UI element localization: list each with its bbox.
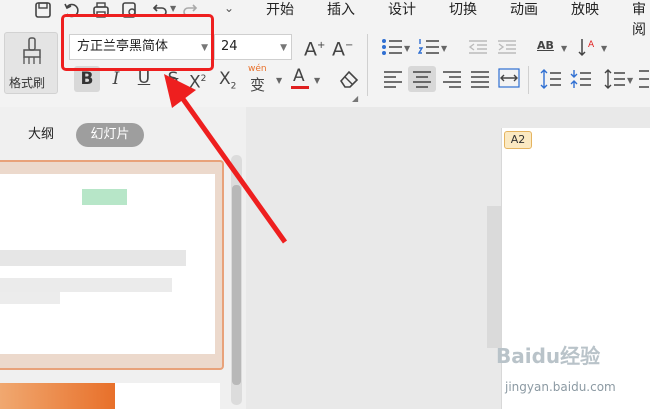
text-direction-dropdown-icon[interactable]: ▼: [561, 44, 567, 53]
group-divider-2: [528, 66, 529, 94]
numbered-dropdown-icon[interactable]: ▼: [441, 44, 447, 53]
bullet-dropdown-icon[interactable]: ▼: [404, 44, 410, 53]
decrease-font-size-button[interactable]: A−: [332, 35, 353, 60]
menu-start[interactable]: 开始: [266, 0, 294, 20]
font-size-select[interactable]: 24 ▼: [214, 34, 292, 60]
align-center-button[interactable]: [408, 66, 436, 92]
menu-animation[interactable]: 动画: [510, 0, 538, 20]
panel-splitter[interactable]: [487, 206, 501, 348]
align-left-icon[interactable]: [383, 70, 403, 88]
watermark: Baidu经验: [496, 344, 601, 368]
group-divider: [367, 34, 368, 96]
menu-transition[interactable]: 切换: [449, 0, 477, 20]
increase-font-size-button[interactable]: A+: [304, 35, 325, 60]
font-color-dropdown-icon[interactable]: ▼: [314, 76, 320, 85]
menu-design[interactable]: 设计: [388, 0, 416, 20]
format-painter-button[interactable]: 格式刷: [4, 32, 58, 94]
decrease-indent-icon[interactable]: [468, 39, 488, 55]
line-spacing-icon[interactable]: [540, 68, 562, 90]
paragraph-spacing-icon[interactable]: [570, 68, 592, 90]
thumbnail-orange-shape: [0, 383, 115, 409]
brush-icon: [23, 37, 41, 64]
distributed-align-icon[interactable]: [498, 68, 520, 88]
numbered-list-icon[interactable]: [418, 38, 440, 56]
line-spacing-dropdown-icon[interactable]: ▼: [627, 76, 633, 85]
sort-dropdown-icon[interactable]: ▼: [601, 44, 607, 53]
watermark-url: jingyan.baidu.com: [505, 380, 616, 394]
annotation-arrow: [164, 74, 288, 244]
line-spacing-options-icon[interactable]: [604, 68, 626, 90]
format-painter-label: 格式刷: [9, 76, 46, 90]
plus-icon: +: [317, 40, 326, 51]
thumbnail-title-placeholder: [82, 189, 127, 205]
font-size-value: 24: [221, 39, 238, 54]
text-direction-button[interactable]: AB: [537, 39, 559, 55]
justify-icon[interactable]: [470, 70, 490, 88]
thumbnail-text-line: [0, 278, 172, 292]
font-dialog-launcher-icon[interactable]: ◢: [352, 94, 358, 103]
placeholder-tag: A2: [504, 131, 532, 149]
thumbnail-text-line: [0, 250, 186, 266]
decrease-font-letter: A: [332, 38, 345, 61]
sort-icon[interactable]: A: [578, 37, 600, 57]
menu-insert[interactable]: 插入: [327, 0, 355, 20]
svg-text:A: A: [588, 40, 595, 50]
tab-outline[interactable]: 大纲: [28, 124, 54, 146]
bullet-list-icon[interactable]: [381, 38, 403, 56]
chevron-down-icon[interactable]: ▼: [280, 36, 287, 60]
increase-font-letter: A: [304, 38, 317, 61]
eraser-icon[interactable]: [338, 68, 360, 88]
menu-review[interactable]: 审阅: [632, 0, 650, 40]
align-center-icon: [413, 71, 431, 88]
minus-icon: −: [345, 40, 354, 51]
ab-label: AB: [537, 39, 554, 52]
increase-indent-icon[interactable]: [497, 39, 517, 55]
highlight-box: [61, 14, 214, 71]
tab-slides[interactable]: 幻灯片: [76, 123, 144, 147]
thumbnail-text-line: [0, 292, 60, 304]
align-right-icon[interactable]: [442, 70, 462, 88]
menu-slideshow[interactable]: 放映: [571, 0, 599, 20]
text-box-icon[interactable]: [638, 68, 650, 90]
slide-thumbnail[interactable]: [0, 383, 220, 409]
